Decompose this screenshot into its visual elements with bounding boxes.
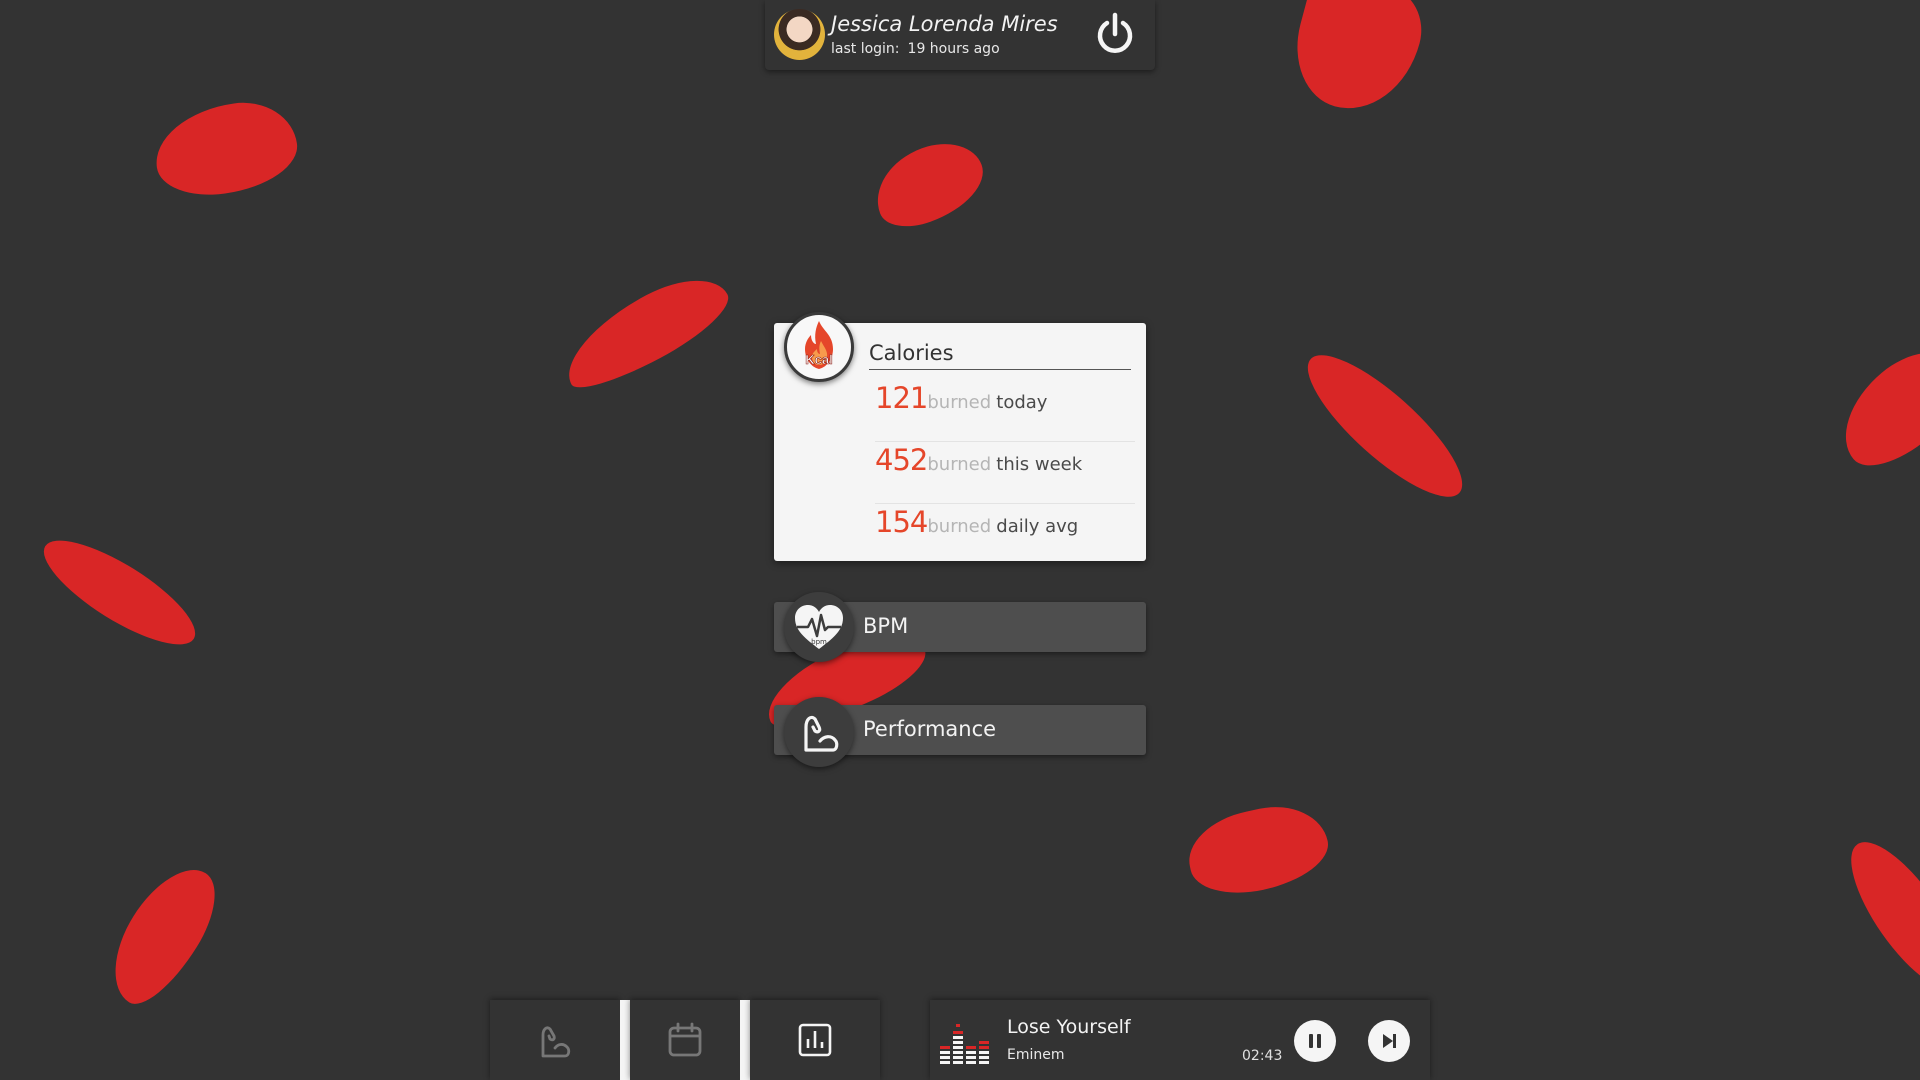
- track-artist: Eminem: [1007, 1047, 1065, 1063]
- performance-label: Performance: [863, 717, 997, 741]
- track-title: Lose Yourself: [1007, 1016, 1131, 1038]
- user-header: Jessica Lorenda Mires last login: 19 hour…: [765, 0, 1155, 70]
- pause-button[interactable]: [1294, 1020, 1336, 1062]
- nav-divider: [620, 1000, 630, 1080]
- flexed-arm-icon: [804, 715, 839, 752]
- calories-badge: Kcal: [784, 312, 854, 382]
- burned-label: burned: [927, 454, 992, 475]
- nav-divider: [740, 1000, 750, 1080]
- burned-label: burned: [927, 392, 992, 413]
- power-icon: [1097, 12, 1133, 53]
- user-name: Jessica Lorenda Mires: [831, 12, 1058, 36]
- last-login-label: last login:: [831, 41, 900, 57]
- calories-row-week: 452burned this week: [875, 443, 1135, 504]
- equalizer-icon: [940, 1024, 989, 1064]
- calendar-icon: [668, 1022, 702, 1057]
- decor-blob: [149, 95, 303, 203]
- user-avatar[interactable]: [774, 9, 825, 60]
- decor-blob: [1831, 826, 1920, 1006]
- last-login: last login: 19 hours ago: [831, 41, 1000, 57]
- bar-chart-icon: [798, 1023, 832, 1057]
- period-label: this week: [996, 454, 1083, 475]
- nav-performance-button[interactable]: [490, 1000, 620, 1080]
- flame-icon: Kcal: [805, 321, 833, 369]
- skip-next-icon: [1383, 1034, 1396, 1048]
- bpm-label: BPM: [863, 614, 909, 638]
- decor-blob: [1181, 796, 1335, 904]
- flexed-arm-icon: [541, 1026, 571, 1058]
- period-label: daily avg: [996, 516, 1079, 537]
- pause-icon: [1309, 1034, 1321, 1048]
- next-button[interactable]: [1368, 1020, 1410, 1062]
- decor-blob: [550, 261, 740, 401]
- music-player: Lose Yourself Eminem 02:43: [930, 1000, 1430, 1080]
- bpm-badge: bpm: [784, 592, 854, 662]
- heart-pulse-icon: bpm: [795, 605, 843, 649]
- decor-blob: [93, 852, 233, 1018]
- nav-stats-button[interactable]: [750, 1000, 880, 1080]
- power-button[interactable]: [1093, 12, 1137, 56]
- decor-blob: [1282, 0, 1432, 124]
- last-login-value: 19 hours ago: [907, 41, 1000, 57]
- decor-blob: [864, 131, 994, 237]
- calories-row-today: 121burned today: [875, 381, 1135, 442]
- calories-row-avg: 154burned daily avg: [875, 505, 1135, 565]
- bottom-nav: [490, 1000, 880, 1080]
- calories-value: 121: [875, 381, 928, 415]
- decor-blob: [30, 522, 209, 663]
- period-label: today: [996, 392, 1048, 413]
- nav-calendar-button[interactable]: [630, 1000, 740, 1080]
- track-time: 02:43: [1242, 1048, 1283, 1064]
- calories-title: Calories: [869, 341, 1131, 370]
- kcal-badge-text: Kcal: [805, 352, 832, 367]
- decor-blob: [1822, 332, 1920, 484]
- burned-label: burned: [927, 516, 992, 537]
- calories-value: 452: [875, 443, 928, 477]
- bpm-badge-text: bpm: [811, 638, 827, 646]
- decor-blob: [1289, 336, 1481, 516]
- calories-value: 154: [875, 505, 928, 539]
- performance-badge: [784, 697, 854, 767]
